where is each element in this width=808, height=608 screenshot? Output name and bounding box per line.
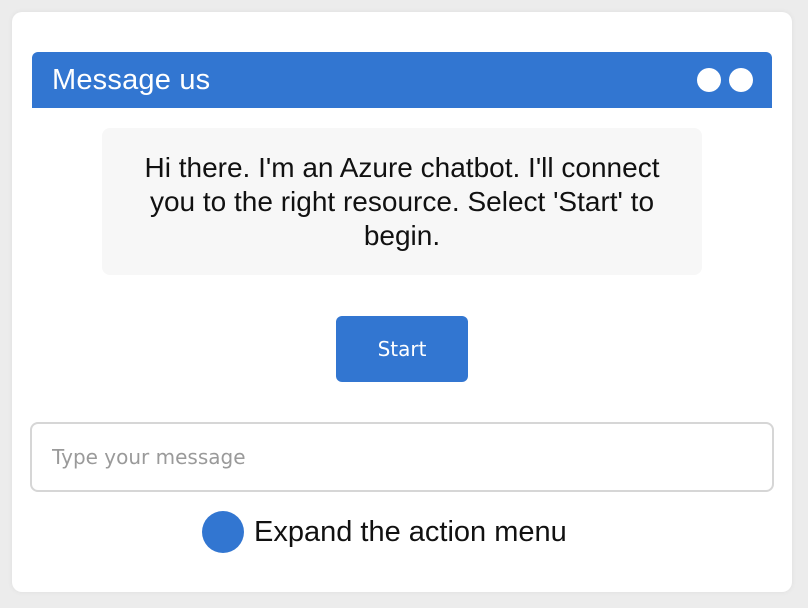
start-button[interactable]: Start xyxy=(336,316,468,382)
bot-message-text: Hi there. I'm an Azure chatbot. I'll con… xyxy=(144,151,660,251)
close-icon[interactable] xyxy=(729,68,753,92)
minimize-icon[interactable] xyxy=(697,68,721,92)
action-menu-label: Expand the action menu xyxy=(254,515,567,548)
expand-action-menu-button[interactable]: Expand the action menu xyxy=(202,510,567,554)
chat-title: Message us xyxy=(52,63,211,96)
chat-widget: Message us Hi there. I'm an Azure chatbo… xyxy=(12,12,792,592)
bot-message-bubble: Hi there. I'm an Azure chatbot. I'll con… xyxy=(102,128,702,275)
action-menu-icon[interactable] xyxy=(202,511,244,553)
message-input[interactable] xyxy=(30,422,774,492)
chat-header: Message us xyxy=(32,52,772,108)
header-controls xyxy=(697,68,753,92)
